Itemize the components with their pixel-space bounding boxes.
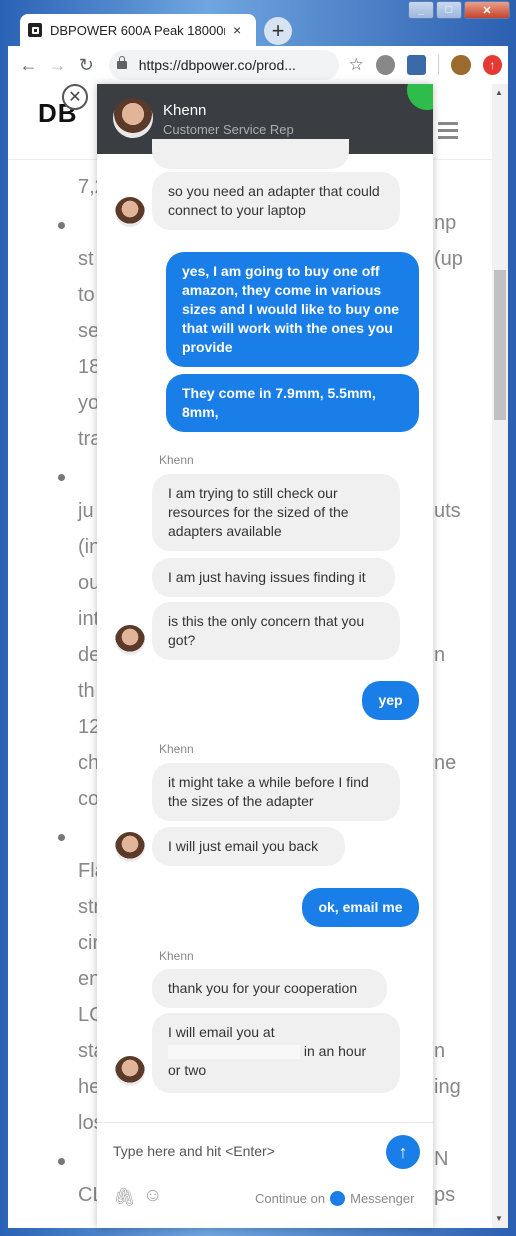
- star-icon[interactable]: ☆: [349, 55, 364, 75]
- sender-name: Khenn: [159, 742, 194, 756]
- messenger-label: Messenger: [350, 1191, 415, 1206]
- window-controls: _ □ ✕: [406, 1, 510, 19]
- maximize-button[interactable]: □: [436, 1, 462, 19]
- message-text: in an hour: [168, 1042, 384, 1061]
- menu-icon[interactable]: [438, 122, 458, 143]
- sender-name: Khenn: [159, 453, 194, 467]
- extension-upload-icon[interactable]: ↑: [482, 55, 503, 75]
- address-bar[interactable]: https://dbpower.co/prod...: [108, 50, 339, 80]
- bullet: [58, 834, 65, 841]
- chat-widget: Khenn Customer Service Rep so you need a…: [97, 84, 433, 1228]
- page-text: ing: [434, 1076, 461, 1098]
- sender-name: Khenn: [159, 949, 194, 963]
- agent-role: Customer Service Rep: [163, 122, 294, 137]
- page-text: yo: [78, 392, 100, 414]
- scrollbar-track[interactable]: [492, 84, 508, 1228]
- extension-gear-icon[interactable]: [375, 55, 396, 75]
- message-bubble-incoming: so you need an adapter that could connec…: [152, 172, 400, 230]
- title-bar: DBPOWER 600A Peak 18000mAh × + _ □ ✕: [0, 0, 516, 46]
- page-text: np: [434, 212, 457, 234]
- page-text: (up: [434, 248, 463, 270]
- tab-close-icon[interactable]: ×: [233, 22, 241, 38]
- message-bubble-outgoing: They come in 7.9mm, 5.5mm, 8mm,: [166, 374, 419, 432]
- emoji-icon[interactable]: ☺: [143, 1185, 162, 1207]
- page-text: ju: [78, 500, 94, 522]
- page-text: cir: [78, 932, 100, 954]
- online-status-indicator: [407, 84, 433, 110]
- extension-picture-icon[interactable]: [407, 55, 427, 75]
- page-text: ne: [434, 752, 457, 774]
- bullet: [58, 474, 65, 481]
- back-arrow-icon[interactable]: ←: [14, 55, 43, 76]
- chat-close-button[interactable]: ✕: [62, 84, 88, 110]
- page-text: to: [78, 284, 95, 306]
- lock-icon: [116, 56, 127, 69]
- tab-title: DBPOWER 600A Peak 18000mAh: [50, 22, 225, 38]
- url-text: https://dbpower.co/prod...: [138, 57, 296, 73]
- page-text: int: [78, 608, 100, 630]
- agent-avatar: [115, 197, 145, 227]
- message-text: I will email you at: [168, 1024, 275, 1040]
- redacted-email: [168, 1045, 300, 1060]
- message-bubble-incoming: I will email you at in an hour or two: [152, 1013, 400, 1093]
- profile-avatar-icon[interactable]: [451, 55, 471, 75]
- bullet: [58, 222, 65, 229]
- forward-arrow-icon[interactable]: →: [43, 55, 72, 76]
- browser-tab[interactable]: DBPOWER 600A Peak 18000mAh ×: [20, 14, 256, 46]
- message-bubble-outgoing: yep: [362, 681, 419, 720]
- scroll-up-icon[interactable]: ▲: [495, 88, 503, 97]
- site-favicon-icon: [28, 23, 42, 37]
- message-text: in an hour: [303, 1043, 367, 1059]
- page-text: ch: [78, 752, 100, 774]
- scrollbar-thumb[interactable]: [494, 270, 506, 420]
- page-text: N: [434, 1148, 449, 1170]
- page-text: ps: [434, 1184, 456, 1206]
- message-text: or two: [168, 1062, 207, 1078]
- page-text: uts: [434, 500, 461, 522]
- messenger-icon: [330, 1191, 346, 1206]
- close-window-button[interactable]: ✕: [464, 1, 510, 19]
- page-text: n: [434, 1040, 446, 1062]
- message-input[interactable]: Type here and hit <Enter>: [113, 1143, 275, 1159]
- minimize-button[interactable]: _: [408, 1, 434, 19]
- page-text: st: [78, 248, 94, 270]
- agent-avatar: [115, 832, 145, 862]
- scroll-down-icon[interactable]: ▼: [495, 1214, 503, 1223]
- agent-avatar: [113, 98, 153, 138]
- message-bubble-incoming: I will just email you back: [152, 827, 345, 866]
- new-tab-button[interactable]: +: [264, 17, 292, 45]
- toolbar-divider: [438, 55, 440, 75]
- message-bubble-incoming: I am just having issues finding it: [152, 558, 395, 597]
- page-text: n: [434, 644, 446, 666]
- paperclip-icon[interactable]: 🖇: [113, 1187, 136, 1208]
- agent-avatar: [115, 625, 145, 655]
- continue-on-messenger-link[interactable]: Continue on Messenger: [255, 1191, 414, 1206]
- reload-icon[interactable]: ↻: [72, 55, 101, 76]
- message-bubble-incoming: is this the only concern that you got?: [152, 602, 400, 660]
- page-text: th: [78, 680, 95, 702]
- message-bubble-incoming: it might take a while before I find the …: [152, 763, 400, 821]
- message-bubble-outgoing: yes, I am going to buy one off amazon, t…: [166, 252, 419, 367]
- page-text: se: [78, 320, 100, 342]
- agent-name: Khenn: [163, 102, 207, 119]
- page-text: co: [78, 788, 100, 810]
- bullet: [58, 1158, 65, 1165]
- chat-composer: Type here and hit <Enter> ↑ 🖇 ☺ Continue…: [97, 1122, 433, 1228]
- message-bubble-incoming: I am trying to still check our resources…: [152, 474, 400, 551]
- continue-label: Continue on: [255, 1191, 326, 1206]
- message-bubble-incoming: [152, 139, 349, 169]
- agent-avatar: [115, 1056, 145, 1086]
- send-button[interactable]: ↑: [386, 1135, 420, 1169]
- browser-toolbar: ← → ↻ https://dbpower.co/prod... ☆ ↑: [8, 46, 508, 84]
- message-bubble-incoming: thank you for your cooperation: [152, 969, 387, 1008]
- message-bubble-outgoing: ok, email me: [302, 888, 419, 927]
